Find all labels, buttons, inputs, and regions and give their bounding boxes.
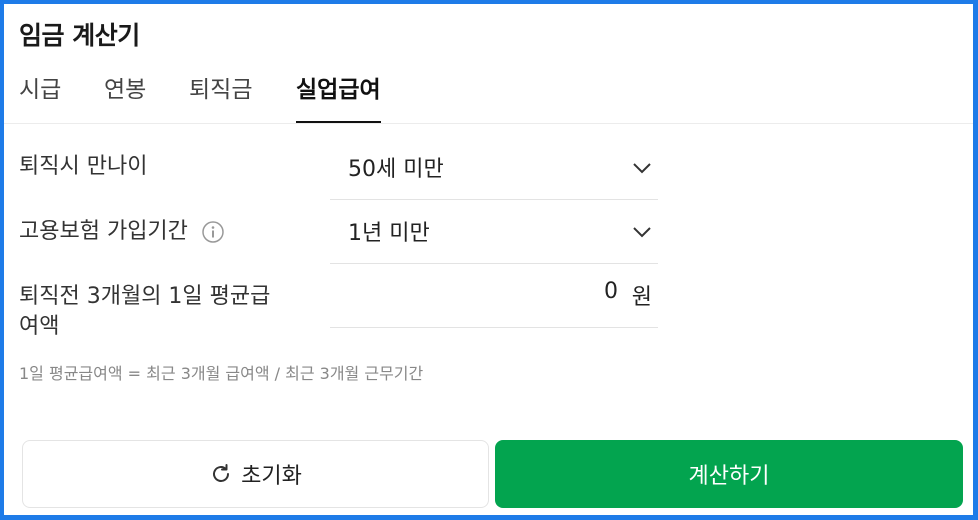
- tab-unemployment[interactable]: 실업급여: [296, 70, 381, 123]
- insurance-period-value: 1년 미만: [348, 221, 430, 246]
- tab-annual[interactable]: 연봉: [104, 70, 146, 123]
- wage-label-line2: 여액: [19, 314, 60, 339]
- calculate-button[interactable]: 계산하기: [495, 440, 963, 508]
- chevron-down-icon: [633, 163, 651, 174]
- tab-hourly[interactable]: 시급: [19, 70, 61, 123]
- age-label: 퇴직시 만나이: [19, 154, 148, 179]
- formula-note: 1일 평균급여액 = 최근 3개월 급여액 / 최근 3개월 근무기간: [19, 364, 424, 383]
- tab-severance[interactable]: 퇴직금: [189, 70, 252, 123]
- chevron-down-icon: [633, 227, 651, 238]
- reset-button[interactable]: 초기화: [22, 440, 489, 508]
- wage-unit: 원: [631, 285, 652, 310]
- age-value: 50세 미만: [348, 157, 444, 182]
- wage-label-line1: 퇴직전 3개월의 1일 평균급: [19, 284, 271, 309]
- calculate-button-label: 계산하기: [688, 464, 770, 489]
- age-select[interactable]: 50세 미만: [330, 136, 658, 200]
- calculator-window: 임금 계산기 시급 연봉 퇴직금 실업급여 퇴직시 만나이 50세 미만 고용보…: [4, 4, 973, 515]
- wage-input[interactable]: 0 원: [330, 264, 658, 328]
- insurance-label: 고용보험 가입기간: [19, 219, 188, 244]
- wage-value: 0: [604, 279, 618, 304]
- refresh-icon: [213, 464, 230, 482]
- reset-button-label: 초기화: [241, 464, 302, 489]
- insurance-period-select[interactable]: 1년 미만: [330, 200, 658, 264]
- insurance-label-row: 고용보험 가입기간: [19, 217, 225, 247]
- page-title: 임금 계산기: [19, 21, 140, 50]
- info-icon[interactable]: [201, 220, 225, 244]
- wage-label: 퇴직전 3개월의 1일 평균급 여액: [19, 282, 270, 342]
- tab-bar: 시급 연봉 퇴직금 실업급여: [4, 64, 973, 124]
